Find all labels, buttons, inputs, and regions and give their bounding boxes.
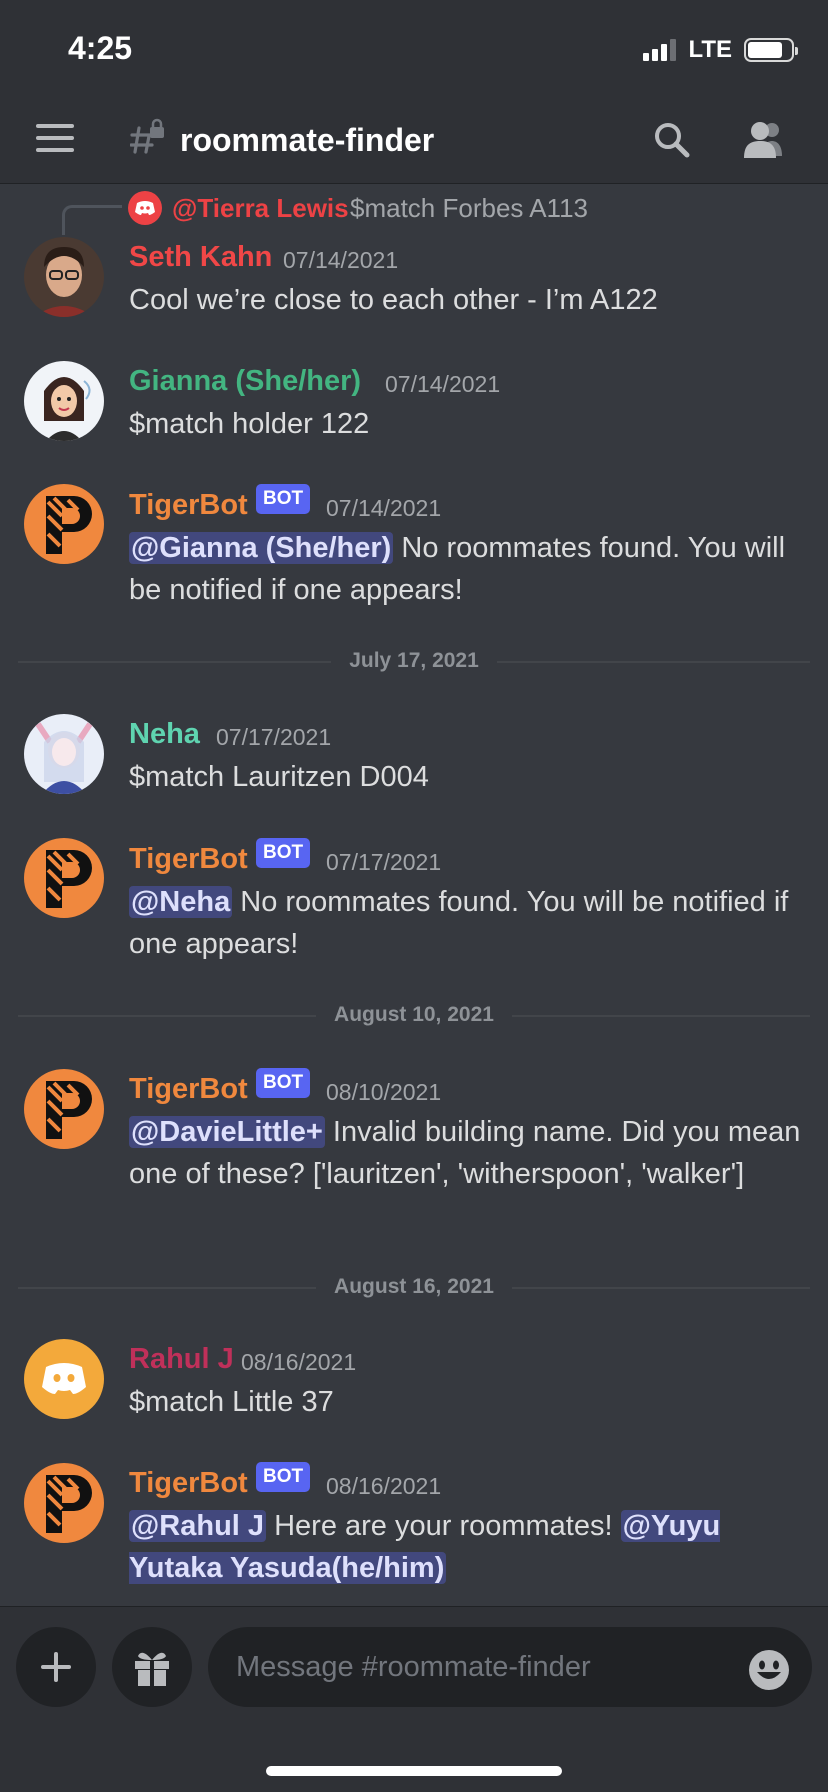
message-author[interactable]: TigerBot — [129, 1073, 248, 1106]
message-text: @Gianna (She/her) No roommates found. Yo… — [129, 527, 809, 611]
message-timestamp: 08/10/2021 — [326, 1079, 442, 1105]
message-author[interactable]: TigerBot — [129, 843, 248, 876]
discord-icon — [128, 191, 162, 225]
message-author[interactable]: TigerBot — [129, 1467, 248, 1500]
mention[interactable]: @DavieLittle+ — [129, 1116, 325, 1148]
message-author[interactable]: Rahul J — [129, 1343, 234, 1376]
home-indicator — [266, 1766, 562, 1776]
channel-title[interactable]: roommate-finder — [180, 122, 434, 159]
network-label: LTE — [688, 36, 732, 63]
message-timestamp: 07/14/2021 — [385, 371, 501, 397]
message-text: @DavieLittle+ Invalid building name. Did… — [129, 1111, 809, 1195]
avatar[interactable] — [24, 838, 104, 918]
mention[interactable]: @Gianna (She/her) — [129, 532, 394, 564]
message-list: @Tierra Lewis $match Forbes A113 Seth Ka… — [0, 185, 828, 1605]
message-body: Here are your roommates! — [266, 1510, 621, 1542]
message-timestamp: 08/16/2021 — [326, 1473, 442, 1499]
status-indicators: LTE — [643, 36, 798, 64]
avatar[interactable] — [24, 1069, 104, 1149]
message-timestamp: 08/16/2021 — [241, 1349, 357, 1375]
avatar[interactable] — [24, 1463, 104, 1543]
battery-icon — [744, 38, 798, 62]
members-icon[interactable] — [742, 118, 788, 160]
date-divider-label: August 10, 2021 — [0, 1003, 828, 1027]
message-timestamp: 07/14/2021 — [326, 495, 442, 521]
message-author[interactable]: Gianna (She/her) — [129, 365, 361, 398]
avatar[interactable] — [24, 1339, 104, 1419]
message-text: @Neha No roommates found. You will be no… — [129, 881, 809, 965]
menu-icon[interactable] — [36, 124, 76, 152]
bot-tag: BOT — [256, 1462, 311, 1492]
message-composer — [0, 1606, 828, 1792]
date-divider-label: August 16, 2021 — [0, 1275, 828, 1299]
message-text: Cool we’re close to each other - I’m A12… — [129, 284, 658, 316]
emoji-icon[interactable] — [748, 1649, 790, 1691]
reply-author[interactable]: @Tierra Lewis — [172, 193, 349, 224]
signal-icon — [643, 39, 677, 61]
message-author[interactable]: Neha — [129, 718, 200, 751]
search-icon[interactable] — [652, 120, 692, 160]
bot-tag: BOT — [256, 484, 311, 514]
message-text: @Rahul J Here are your roommates! @Yuyu … — [129, 1505, 809, 1589]
avatar[interactable] — [24, 361, 104, 441]
avatar[interactable] — [24, 714, 104, 794]
message-text: $match Lauritzen D004 — [129, 761, 429, 793]
message-input[interactable] — [208, 1627, 812, 1707]
bot-tag: BOT — [256, 1068, 311, 1098]
top-bar: 4:25 LTE roommate-finder — [0, 0, 828, 184]
message-timestamp: 07/14/2021 — [283, 247, 399, 273]
mention[interactable]: @Neha — [129, 886, 233, 918]
mention[interactable]: @Rahul J — [129, 1510, 267, 1542]
message-timestamp: 07/17/2021 — [216, 724, 332, 750]
status-time: 4:25 — [68, 30, 133, 66]
reply-connector — [62, 205, 122, 235]
message-text: $match Little 37 — [129, 1386, 334, 1418]
message-timestamp: 07/17/2021 — [326, 849, 442, 875]
avatar[interactable] — [24, 484, 104, 564]
plus-icon — [41, 1652, 71, 1682]
message-text: $match holder 122 — [129, 408, 370, 440]
bot-tag: BOT — [256, 838, 311, 868]
message-author[interactable]: Seth Kahn — [129, 241, 272, 274]
gift-icon — [135, 1652, 169, 1686]
gift-button[interactable] — [112, 1627, 192, 1707]
message-author[interactable]: TigerBot — [129, 489, 248, 522]
add-attachment-button[interactable] — [16, 1627, 96, 1707]
reply-text[interactable]: $match Forbes A113 — [350, 193, 588, 224]
locked-hash-icon — [130, 118, 164, 154]
avatar[interactable] — [24, 237, 104, 317]
date-divider-label: July 17, 2021 — [0, 649, 828, 673]
